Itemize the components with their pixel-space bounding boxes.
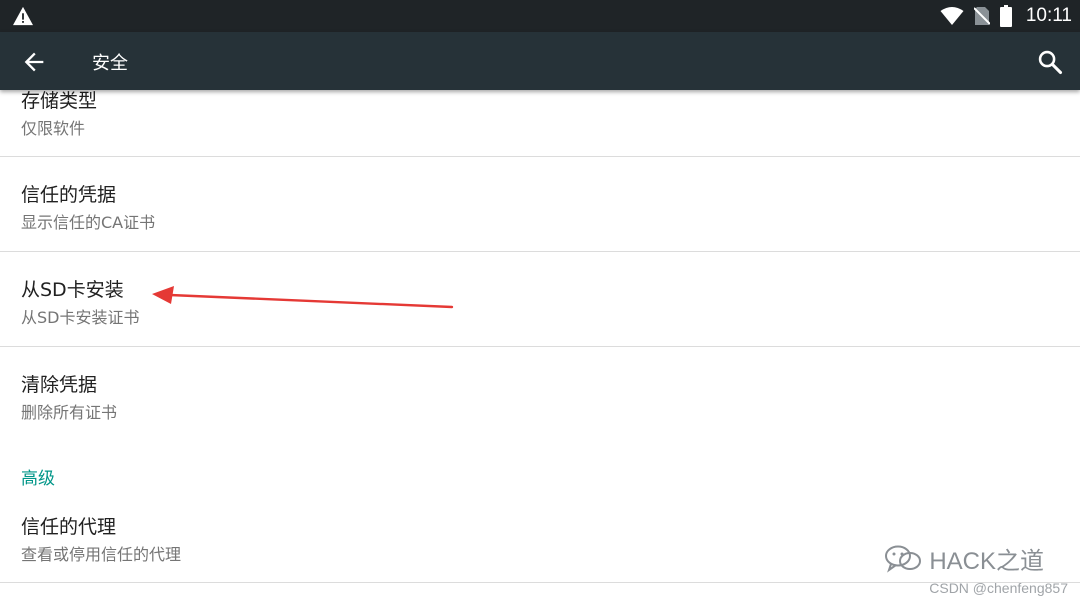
pref-storage-type[interactable]: 存储类型 仅限软件 — [0, 90, 1080, 156]
pref-install-from-sd[interactable]: 从SD卡安装 从SD卡安装证书 — [0, 252, 1080, 346]
page-title: 安全 — [92, 53, 128, 74]
watermark-text: HACK之道 — [929, 548, 1044, 575]
pref-summary: 显示信任的CA证书 — [21, 213, 156, 232]
pref-title: 信任的代理 — [21, 516, 117, 538]
watermark-csdn: CSDN @chenfeng857 — [929, 580, 1068, 596]
app-toolbar: 安全 — [0, 32, 1080, 90]
settings-list: 存储类型 仅限软件 信任的凭据 显示信任的CA证书 从SD卡安装 从SD卡安装证… — [0, 90, 1080, 605]
pref-title: 清除凭据 — [21, 374, 98, 396]
divider — [0, 582, 1080, 583]
search-icon[interactable] — [1036, 48, 1064, 76]
pref-title: 存储类型 — [21, 90, 98, 112]
pref-summary: 从SD卡安装证书 — [21, 308, 140, 327]
watermark-logo: HACK之道 — [883, 541, 1044, 576]
pref-summary: 查看或停用信任的代理 — [21, 545, 182, 564]
clock: 10:11 — [1025, 5, 1072, 26]
pref-trusted-credentials[interactable]: 信任的凭据 显示信任的CA证书 — [0, 157, 1080, 251]
battery-icon — [999, 5, 1012, 27]
pref-title: 从SD卡安装 — [21, 279, 124, 301]
pref-summary: 删除所有证书 — [21, 403, 118, 422]
pref-title: 信任的凭据 — [21, 184, 117, 206]
wechat-icon — [885, 545, 922, 573]
wifi-icon — [940, 7, 964, 25]
pref-clear-credentials[interactable]: 清除凭据 删除所有证书 — [0, 347, 1080, 441]
arrow-back-icon[interactable] — [20, 48, 48, 76]
status-icons: 10:11 — [940, 0, 1072, 32]
no-sim-icon — [973, 7, 990, 25]
status-bar: 10:11 — [0, 0, 1080, 32]
pref-summary: 仅限软件 — [21, 119, 86, 138]
warning-icon — [13, 6, 33, 26]
settings-screen: 10:11 安全 存储类型 仅限软件 信任的凭据 显示信任的CA证书 从SD卡安… — [0, 0, 1080, 605]
category-advanced: 高级 — [21, 469, 55, 489]
